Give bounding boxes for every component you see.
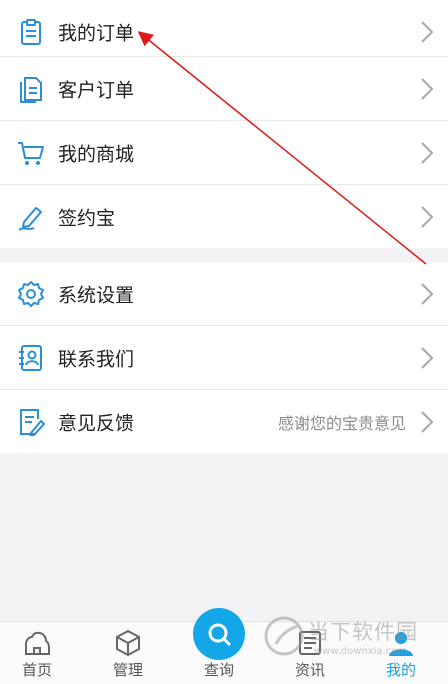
contact-book-icon [19,344,42,371]
chevron-right-icon [421,346,434,369]
menu-item-contact-us[interactable]: 联系我们 [0,326,448,389]
chevron-right-icon [421,282,434,305]
query-button[interactable] [193,608,245,660]
tab-news[interactable]: 资讯 [265,622,355,684]
tab-label: 资讯 [294,661,325,679]
search-icon [208,623,231,646]
menu-item-system-settings[interactable]: 系统设置 [0,262,448,325]
shopping-cart-icon [18,141,44,165]
menu-item-my-orders[interactable]: 我的订单 [0,0,448,63]
menu-label: 意见反馈 [58,412,135,434]
menu-item-customer-orders[interactable]: 客户订单 [0,57,448,120]
feedback-edit-icon [20,408,45,436]
menu-group-orders: 我的订单 客户订单 我的商城 签约宝 [0,0,448,248]
menu-label: 我的商城 [58,143,135,165]
tab-query[interactable]: 查询 [174,608,264,684]
pen-sign-icon [18,206,42,231]
tab-manage[interactable]: 管理 [83,622,173,684]
feedback-hint: 感谢您的宝贵意见 [277,413,406,433]
chevron-right-icon [421,20,434,43]
menu-item-feedback[interactable]: 意见反馈 感谢您的宝贵意见 [0,390,448,453]
user-icon [389,632,413,656]
chevron-right-icon [421,410,434,433]
menu-label: 联系我们 [58,348,135,370]
menu-item-my-mall[interactable]: 我的商城 [0,121,448,184]
menu-group-settings: 系统设置 联系我们 意见反馈 感谢您的宝贵意见 [0,262,448,453]
tab-label: 查询 [203,661,234,679]
menu-label: 客户订单 [58,79,135,101]
cube-icon [116,630,140,656]
menu-item-sign-treasure[interactable]: 签约宝 [0,185,448,248]
tab-label: 我的 [385,661,416,679]
menu-label: 系统设置 [58,284,135,306]
document-icon [20,76,42,103]
tab-home[interactable]: 首页 [0,622,82,684]
bottom-tab-bar: 首页 管理 查询 资讯 我的 [0,608,448,684]
chevron-right-icon [421,205,434,228]
menu-label: 签约宝 [58,207,116,229]
tab-label: 管理 [112,661,143,679]
chevron-right-icon [421,141,434,164]
tab-mine[interactable]: 我的 [356,622,446,684]
chevron-right-icon [421,77,434,100]
menu-label: 我的订单 [58,22,135,44]
home-icon [25,631,50,655]
tab-label: 首页 [21,661,52,679]
gear-icon [18,280,44,307]
news-icon [299,631,321,655]
clipboard-list-icon [21,18,41,45]
